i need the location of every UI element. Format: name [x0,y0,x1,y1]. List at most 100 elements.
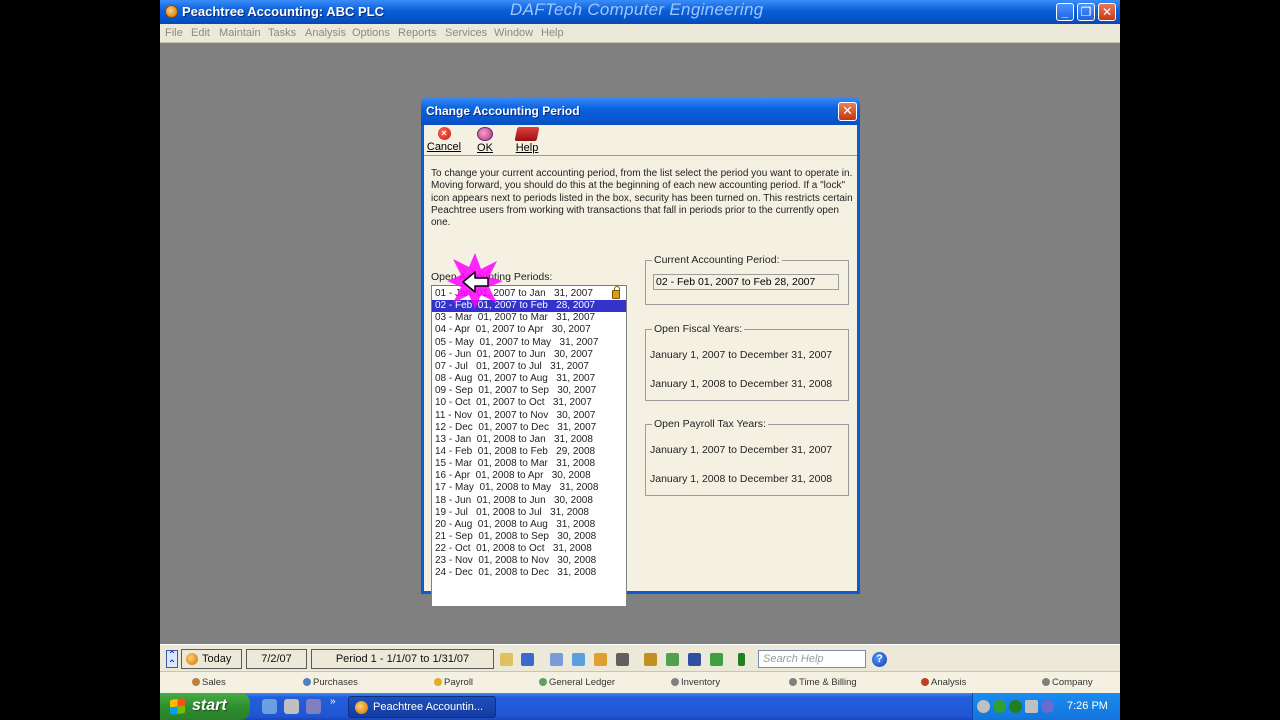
company-icon [1042,678,1050,686]
navigation-toolbar: ⌃ ⌃ Today 7/2/07 Period 1 - 1/1/07 to 1/3… [160,644,1120,671]
fiscal-years-group: Open Fiscal Years: January 1, 2007 to De… [645,323,849,401]
app-title-bar[interactable]: Peachtree Accounting: ABC PLC DAFTech Co… [160,0,1120,24]
payroll-icon[interactable] [644,653,657,666]
sort-icon[interactable] [616,653,629,666]
nav-analysis[interactable]: Analysis [921,677,966,688]
ok-button[interactable]: OK [465,127,505,154]
period-row[interactable]: 24 - Dec 01, 2008 to Dec 31, 2008 [432,567,626,579]
payroll-nav-icon [434,678,442,686]
tray-back-icon[interactable] [977,700,990,713]
menu-help[interactable]: Help [541,27,564,39]
nav-time-billing[interactable]: Time & Billing [789,677,857,688]
nav-inventory[interactable]: Inventory [671,677,720,688]
current-period-button[interactable]: Period 1 - 1/1/07 to 1/31/07 [311,649,494,669]
start-button[interactable]: start [160,693,250,720]
calculator-icon[interactable] [710,653,723,666]
list-icon[interactable] [688,653,701,666]
email-icon[interactable] [521,653,534,666]
period-row[interactable]: 07 - Jul 01, 2007 to Jul 31, 2007 [432,361,626,373]
today-button[interactable]: Today [181,649,242,669]
pointer-hand-icon [462,271,489,293]
period-row[interactable]: 11 - Nov 01, 2007 to Nov 30, 2007 [432,410,626,422]
dialog-title-bar[interactable]: Change Accounting Period ✕ [421,97,860,125]
report-icon[interactable] [550,653,563,666]
tray-display-icon[interactable] [1025,700,1038,713]
period-row[interactable]: 08 - Aug 01, 2007 to Aug 31, 2007 [432,373,626,385]
green-bar-icon[interactable] [738,653,745,666]
nav-sales[interactable]: Sales [192,677,226,688]
period-row[interactable]: 22 - Oct 01, 2008 to Oct 31, 2008 [432,543,626,555]
period-row[interactable]: 17 - May 01, 2008 to May 31, 2008 [432,482,626,494]
period-row[interactable]: 13 - Jan 01, 2008 to Jan 31, 2008 [432,434,626,446]
menu-analysis[interactable]: Analysis [305,27,346,39]
fiscal-year-1: January 1, 2007 to December 31, 2007 [650,349,833,361]
period-row[interactable]: 20 - Aug 01, 2008 to Aug 31, 2008 [432,519,626,531]
quicklaunch-icon-3[interactable] [306,699,321,714]
menu-maintain[interactable]: Maintain [219,27,261,39]
search-help-input[interactable]: Search Help [758,650,866,668]
inventory-icon [671,678,679,686]
quicklaunch-icon-1[interactable] [262,699,277,714]
period-row[interactable]: 18 - Jun 01, 2008 to Jun 30, 2008 [432,495,626,507]
period-row[interactable]: 19 - Jul 01, 2008 to Jul 31, 2008 [432,507,626,519]
peach-icon [186,653,198,665]
period-row[interactable]: 16 - Apr 01, 2008 to Apr 30, 2008 [432,470,626,482]
tray-volume-icon[interactable] [1041,700,1054,713]
menu-options[interactable]: Options [352,27,390,39]
menu-tasks[interactable]: Tasks [268,27,296,39]
menu-file[interactable]: File [165,27,183,39]
close-button[interactable]: ✕ [1098,3,1116,21]
nav-general-ledger[interactable]: General Ledger [539,677,615,688]
payroll-year-2: January 1, 2008 to December 31, 2008 [650,473,833,485]
current-period-title: Current Accounting Period: [652,254,782,266]
menu-edit[interactable]: Edit [191,27,210,39]
period-row[interactable]: 21 - Sep 01, 2008 to Sep 30, 2008 [432,531,626,543]
nav-company[interactable]: Company [1042,677,1093,688]
menu-services[interactable]: Services [445,27,487,39]
nav-payroll[interactable]: Payroll [434,677,473,688]
chart-icon[interactable] [572,653,585,666]
collapse-arrows-button[interactable]: ⌃ ⌃ [166,650,178,670]
nav-purchases[interactable]: Purchases [303,677,358,688]
today-label: Today [202,653,232,665]
tray-security-icon[interactable] [1009,700,1022,713]
fiscal-year-2: January 1, 2008 to December 31, 2008 [650,378,833,390]
tray-network-icon[interactable] [993,700,1006,713]
screen: Peachtree Accounting: ABC PLC DAFTech Co… [160,0,1120,720]
navigation-centers: Sales Purchases Payroll General Ledger I… [160,671,1120,693]
dashboard-icon[interactable] [594,653,607,666]
quicklaunch-icon-2[interactable] [284,699,299,714]
help-button[interactable]: Help [507,127,547,154]
period-row[interactable]: 14 - Feb 01, 2008 to Feb 29, 2008 [432,446,626,458]
period-row[interactable]: 12 - Dec 01, 2007 to Dec 31, 2007 [432,422,626,434]
menu-reports[interactable]: Reports [398,27,437,39]
period-row[interactable]: 05 - May 01, 2007 to May 31, 2007 [432,337,626,349]
period-row[interactable]: 06 - Jun 01, 2007 to Jun 30, 2007 [432,349,626,361]
help-label: Help [515,142,539,154]
ok-label: OK [477,142,493,154]
period-row[interactable]: 03 - Mar 01, 2007 to Mar 31, 2007 [432,312,626,324]
quicklaunch-expand-icon[interactable]: » [330,696,338,711]
cancel-label: Cancel [426,141,462,153]
menu-window[interactable]: Window [494,27,533,39]
period-listbox[interactable]: 01 - Jan 01, 2007 to Jan 31, 2007 02 - Fe… [431,285,627,607]
system-date[interactable]: 7/2/07 [246,649,307,669]
help-icon[interactable]: ? [872,652,887,667]
help-book-icon [514,127,540,141]
period-row[interactable]: 10 - Oct 01, 2007 to Oct 31, 2007 [432,397,626,409]
period-row[interactable]: 15 - Mar 01, 2008 to Mar 31, 2008 [432,458,626,470]
payroll-year-1: January 1, 2007 to December 31, 2007 [650,444,833,456]
time-billing-icon [789,678,797,686]
minimize-button[interactable]: _ [1056,3,1074,21]
period-row[interactable]: 04 - Apr 01, 2007 to Apr 30, 2007 [432,324,626,336]
restore-button[interactable]: ❐ [1077,3,1095,21]
reminder-icon[interactable] [500,653,513,666]
graph-icon[interactable] [666,653,679,666]
cancel-button[interactable]: × Cancel [424,127,464,153]
ok-icon [477,127,493,141]
period-row[interactable]: 09 - Sep 01, 2007 to Sep 30, 2007 [432,385,626,397]
period-row[interactable]: 23 - Nov 01, 2008 to Nov 30, 2008 [432,555,626,567]
taskbar-app-peachtree[interactable]: Peachtree Accountin... [348,696,496,718]
start-label: start [192,697,227,714]
dialog-close-button[interactable]: ✕ [838,102,857,121]
